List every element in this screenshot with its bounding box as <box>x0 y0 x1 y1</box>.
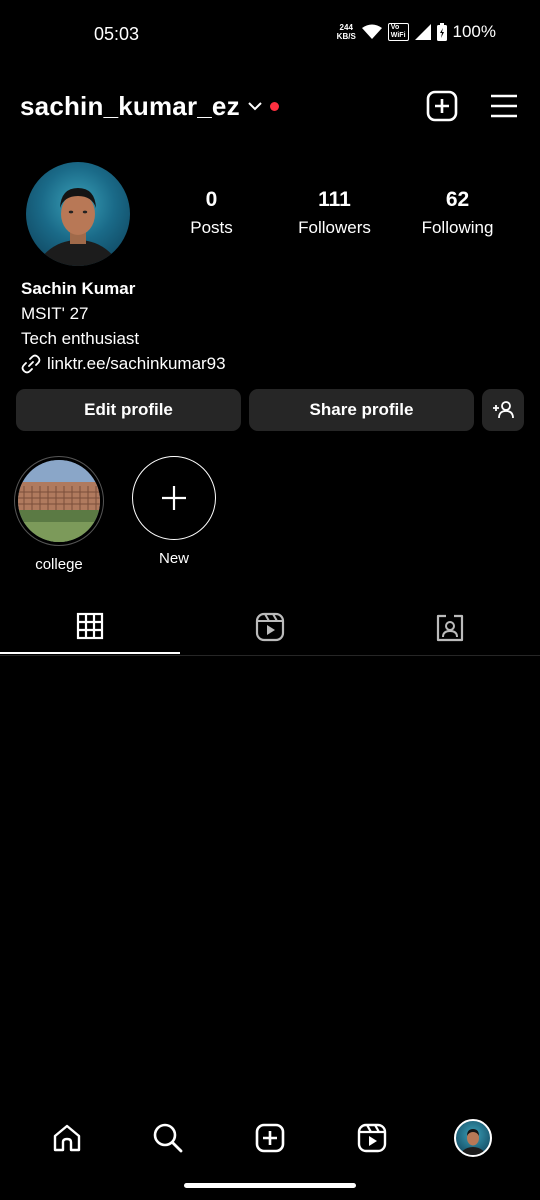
chevron-down-icon[interactable] <box>248 101 262 111</box>
status-icons: 244 KB/S Vo WiFi 100% <box>337 22 496 42</box>
search-icon <box>154 1123 183 1153</box>
profile-avatar[interactable] <box>26 162 130 266</box>
profile-tabs <box>0 600 540 656</box>
bio-line: MSIT' 27 <box>21 304 89 323</box>
network-speed: 244 KB/S <box>336 23 356 41</box>
bio-link[interactable]: linktr.ee/sachinkumar93 <box>21 351 226 376</box>
home-icon <box>53 1124 80 1152</box>
create-icon[interactable] <box>426 90 458 122</box>
profile-actions: Edit profile Share profile <box>16 389 524 431</box>
highlight-new[interactable]: New <box>132 456 216 573</box>
share-profile-button[interactable]: Share profile <box>249 389 474 431</box>
create-icon <box>255 1123 285 1153</box>
highlight-label: college <box>35 556 83 573</box>
profile-avatar <box>454 1119 493 1157</box>
stat-posts[interactable]: 0 Posts <box>150 188 273 238</box>
tab-reels[interactable] <box>180 600 360 654</box>
bio-line: Tech enthusiast <box>21 329 140 348</box>
new-highlight-circle <box>132 456 216 540</box>
link-icon <box>21 354 41 373</box>
discover-people-button[interactable] <box>482 389 524 431</box>
nav-home[interactable] <box>39 1110 95 1166</box>
battery-icon <box>436 23 447 41</box>
status-time: 05:03 <box>94 24 140 44</box>
profile-bio: Sachin Kumar MSIT' 27 Tech enthusiast li… <box>21 276 226 376</box>
home-indicator[interactable] <box>184 1183 356 1188</box>
highlight-ring <box>14 456 104 546</box>
signal-icon <box>414 24 431 40</box>
header-actions <box>426 90 518 122</box>
tagged-icon <box>436 614 464 642</box>
tab-tagged[interactable] <box>360 600 540 654</box>
profile-header: sachin_kumar_ez <box>20 86 518 126</box>
nav-search[interactable] <box>140 1110 196 1166</box>
add-user-icon <box>493 401 514 419</box>
story-highlights: college New <box>14 456 216 573</box>
plus-icon <box>162 486 186 510</box>
bottom-navigation <box>0 1110 540 1166</box>
highlight-college[interactable]: college <box>14 456 104 573</box>
grid-icon <box>76 612 104 640</box>
vowifi-badge: Vo WiFi <box>387 23 409 41</box>
status-bar: 05:03 244 KB/S Vo WiFi 100% <box>0 0 540 68</box>
battery-percent: 100% <box>452 22 496 41</box>
highlight-label: New <box>158 550 189 567</box>
nav-create[interactable] <box>242 1110 298 1166</box>
menu-icon[interactable] <box>490 94 518 118</box>
tab-posts[interactable] <box>0 600 180 654</box>
reels-icon <box>357 1123 386 1153</box>
reels-icon <box>255 612 285 642</box>
notification-dot <box>269 101 279 111</box>
stat-following[interactable]: 62 Following <box>396 188 519 238</box>
display-name: Sachin Kumar <box>21 279 136 298</box>
wifi-icon <box>361 24 382 39</box>
nav-profile[interactable] <box>445 1110 501 1166</box>
highlight-cover <box>18 460 100 542</box>
stat-followers[interactable]: 111 Followers <box>273 188 396 238</box>
profile-stats: 0 Posts 111 Followers 62 Following <box>150 188 530 238</box>
nav-reels[interactable] <box>344 1110 400 1166</box>
username[interactable]: sachin_kumar_ez <box>20 91 240 122</box>
edit-profile-button[interactable]: Edit profile <box>16 389 241 431</box>
